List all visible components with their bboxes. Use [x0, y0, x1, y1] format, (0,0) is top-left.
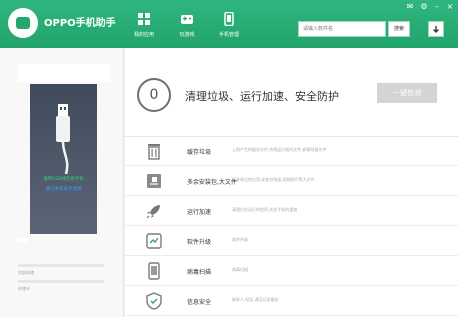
cleanup-headline: 清理垃圾、运行加速、安全防护 — [185, 90, 339, 103]
usb-cable-icon — [56, 104, 70, 174]
internal-storage-label: 内部存储 — [18, 270, 34, 275]
search-button[interactable]: 搜索 — [388, 21, 410, 37]
item-title: 多余安装包,大文件 — [187, 179, 237, 186]
package-icon — [147, 174, 161, 188]
app-header: OPPO手机助手 我的应用 玩游戏 手机管理 ✉ ⚙ – × 搜索 — [0, 0, 458, 48]
item-software-upgrade[interactable]: 软件升级 软件升级 — [125, 227, 458, 256]
nav-games[interactable]: 玩游戏 — [165, 12, 209, 42]
gamepad-icon — [181, 15, 193, 24]
sd-storage-bar — [18, 280, 104, 283]
item-title: 信息安全 — [187, 299, 212, 306]
search-input[interactable] — [298, 21, 386, 37]
item-title: 缓存垃圾 — [187, 149, 212, 156]
app-logo — [8, 8, 38, 38]
mail-icon[interactable]: ✉ — [405, 2, 415, 12]
item-desc: 病毒扫描 — [232, 267, 248, 272]
settings-icon[interactable]: ⚙ — [419, 2, 429, 12]
nav-label: 我的应用 — [133, 32, 154, 38]
nav-label: 手机管理 — [218, 32, 239, 38]
item-title: 病毒扫描 — [187, 269, 212, 276]
minimize-icon[interactable]: – — [432, 2, 442, 12]
phone-preview: 请用USB线连接手机 通过手机助手连接 — [30, 84, 97, 234]
rocket-icon — [146, 205, 160, 219]
chat-bubble-icon — [16, 17, 30, 29]
shield-icon — [146, 292, 162, 310]
connect-hint: 请用USB线连接手机 — [43, 177, 84, 182]
one-click-check-button[interactable]: 一键检测 — [377, 83, 437, 103]
connect-subhint: 通过手机助手连接 — [45, 187, 82, 192]
item-speed-up[interactable]: 运行加速 清理后台运行的程序,优化手机的速度 — [125, 197, 458, 226]
sd-storage-label: 存储卡 — [18, 286, 30, 291]
item-desc: 软件升级 — [232, 237, 248, 242]
item-desc: 联系人,短信,通话记录备份 — [232, 297, 279, 302]
trash-icon — [148, 144, 160, 160]
nav-my-apps[interactable]: 我的应用 — [122, 12, 166, 42]
item-desc: 上网产生的缓存文件,系统运行临时文件,卸载残留文件 — [232, 147, 327, 152]
item-desc: 清理后台运行的程序,优化手机的速度 — [232, 207, 298, 212]
upgrade-icon — [146, 233, 162, 249]
download-button[interactable] — [428, 21, 444, 37]
app-title: OPPO手机助手 — [44, 18, 116, 29]
indicator-dot — [18, 238, 28, 242]
item-title: 运行加速 — [187, 209, 212, 216]
download-icon — [433, 26, 439, 33]
phone-icon — [224, 12, 234, 26]
close-icon[interactable]: × — [445, 2, 455, 12]
nav-phone-manage[interactable]: 手机管理 — [207, 12, 251, 42]
item-info-security[interactable]: 信息安全 联系人,短信,通话记录备份 — [125, 287, 458, 316]
device-panel: 请用USB线连接手机 通过手机助手连接 内部存储 存储卡 — [0, 48, 124, 317]
cleanup-panel: 0 清理垃圾、运行加速、安全防护 一键检测 缓存垃圾 上网产生的缓存文件,系统运… — [125, 48, 458, 317]
item-packages-large-files[interactable]: 多余安装包,大文件 已安装过的应用,安装包残留,视频图片等大文件 — [125, 167, 458, 196]
item-cache-junk[interactable]: 缓存垃圾 上网产生的缓存文件,系统运行临时文件,卸载残留文件 — [125, 137, 458, 166]
item-virus-scan[interactable]: 病毒扫描 病毒扫描 — [125, 257, 458, 286]
item-title: 软件升级 — [187, 239, 212, 246]
grid-icon — [138, 13, 150, 25]
nav-label: 玩游戏 — [179, 32, 195, 38]
item-desc: 已安装过的应用,安装包残留,视频图片等大文件 — [232, 177, 315, 182]
device-name-box — [18, 64, 110, 82]
scan-icon — [148, 262, 160, 280]
internal-storage-bar — [18, 264, 104, 267]
health-score: 0 — [137, 78, 171, 112]
